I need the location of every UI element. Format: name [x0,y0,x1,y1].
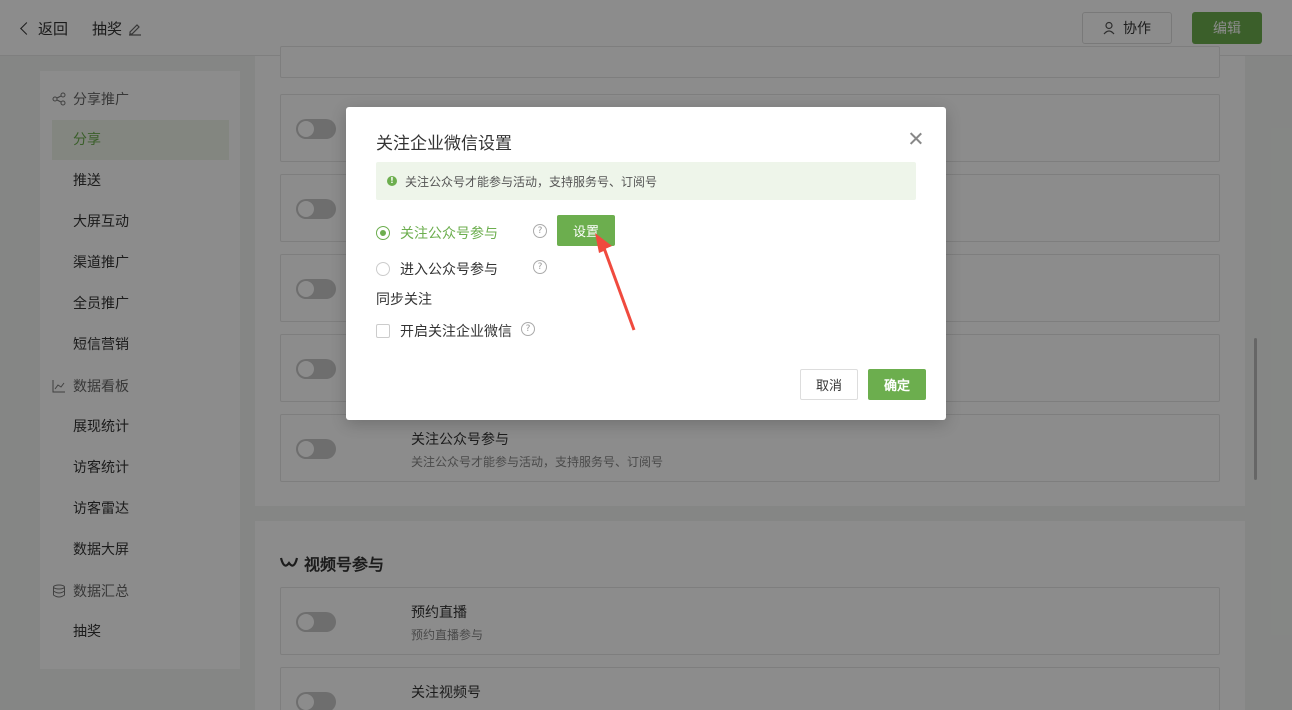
help-icon[interactable]: ? [533,260,547,274]
radio-enter-account[interactable]: 进入公众号参与 [376,259,498,279]
wechat-follow-settings-dialog: 关注企业微信设置 ! 关注公众号才能参与活动，支持服务号、订阅号 关注公众号参与… [346,107,946,420]
checkbox[interactable] [376,324,390,338]
radio-dot[interactable] [376,262,390,276]
sync-follow-label: 同步关注 [376,292,432,308]
radio-label: 进入公众号参与 [400,262,498,278]
dialog-title: 关注企业微信设置 [376,134,512,154]
cancel-button[interactable]: 取消 [800,369,858,400]
info-tip: ! 关注公众号才能参与活动，支持服务号、订阅号 [376,162,916,200]
tip-text: 关注公众号才能参与活动，支持服务号、订阅号 [405,174,658,189]
info-icon: ! [387,176,397,186]
checkbox-enable-wecom[interactable]: 开启关注企业微信 [376,321,512,341]
set-button[interactable]: 设置 [557,215,615,246]
close-icon[interactable] [908,131,924,147]
radio-dot[interactable] [376,226,390,240]
help-icon[interactable]: ? [533,224,547,238]
radio-follow-account[interactable]: 关注公众号参与 [376,223,498,243]
help-icon[interactable]: ? [521,322,535,336]
checkbox-label: 开启关注企业微信 [400,324,512,340]
confirm-button[interactable]: 确定 [868,369,926,400]
radio-label: 关注公众号参与 [400,226,498,242]
